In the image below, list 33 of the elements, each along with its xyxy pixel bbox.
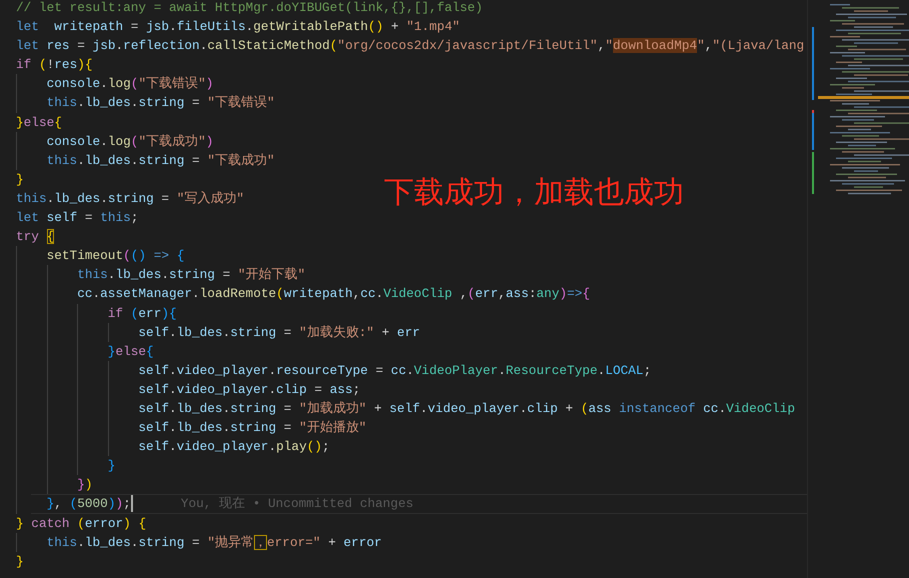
- code-line: this.lb_des.string = "下载成功": [46, 152, 275, 170]
- code-line: }): [77, 476, 92, 494]
- code-line: let res = jsb.reflection.callStaticMethod("org/cocos2dx/javascript/FileUtil","downloadMp4","(Ljava/lang: [16, 37, 804, 56]
- code-line: let writepath = jsb.fileUtils.getWritablePath() + "1.mp4": [16, 18, 460, 36]
- code-line: console.log("下载成功"): [46, 132, 214, 151]
- code-line: }else{: [16, 114, 62, 132]
- code-line: self.video_player.resourceType = cc.VideoPlayer.ResourceType.LOCAL;: [138, 362, 652, 380]
- blame-annotation: You, 现在 • Uncommitted changes: [180, 495, 414, 514]
- code-line: }else{: [108, 342, 154, 361]
- code-line: let self = this;: [16, 209, 138, 228]
- code-line: this.lb_des.string = "下载错误": [46, 94, 275, 112]
- code-line: // let result:any = await HttpMgr.doYIBUGet(link,{},[],false): [16, 0, 483, 17]
- code-line: if (!res){: [16, 56, 93, 74]
- code-line: this.lb_des.string = "写入成功": [16, 190, 244, 208]
- code-line: if (err){: [108, 304, 177, 322]
- code-line: self.video_player.play();: [138, 438, 330, 456]
- caption-text: 下载成功，加载也成功: [384, 174, 684, 212]
- code-line: }: [108, 457, 116, 476]
- code-line: self.lb_des.string = "加载失败:" + err: [138, 324, 420, 342]
- code-line: this.lb_des.string = "抛异常，error=" + error: [46, 534, 382, 552]
- code-line: }: [16, 170, 24, 189]
- code-line: self.video_player.clip = ass;: [138, 380, 360, 399]
- code-line: setTimeout(() => {: [46, 247, 184, 266]
- code-line: this.lb_des.string = "开始下载": [77, 266, 306, 284]
- code-line: }: [16, 552, 24, 571]
- code-line: try {: [16, 228, 54, 246]
- code-line: self.lb_des.string = "开始播放": [138, 419, 366, 438]
- code-line: console.log("下载错误"): [46, 75, 214, 94]
- text-cursor: [130, 495, 133, 512]
- code-line: self.lb_des.string = "加载成功" + self.video_player.clip + (ass instanceof cc.VideoClip: [138, 400, 795, 418]
- code-line: } catch (error) {: [16, 514, 146, 533]
- code-line: cc.assetManager.loadRemote(writepath,cc.VideoClip ,(err,ass:any)=>{: [77, 285, 590, 304]
- code-line: }, (5000));: [46, 495, 131, 514]
